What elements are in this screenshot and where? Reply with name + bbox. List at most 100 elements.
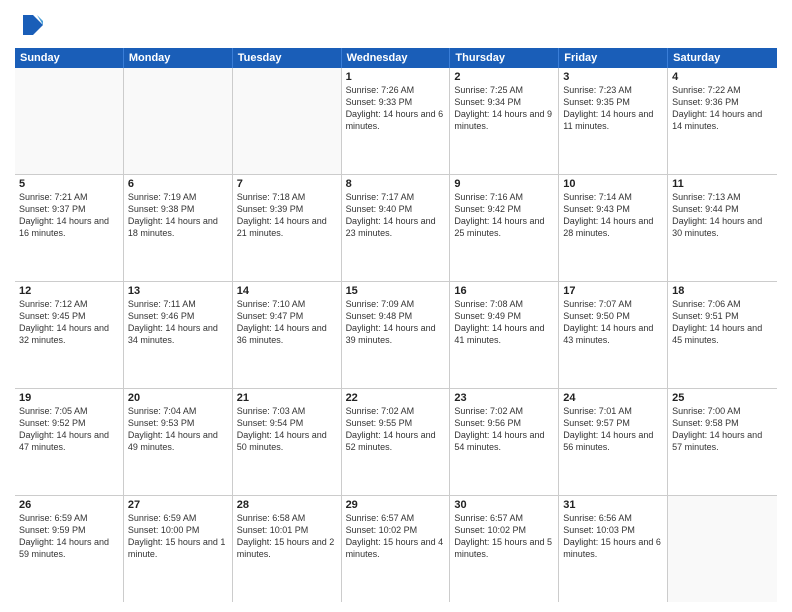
cal-cell: 9Sunrise: 7:16 AMSunset: 9:42 PMDaylight… <box>450 175 559 281</box>
day-number: 9 <box>454 178 554 190</box>
cal-cell: 14Sunrise: 7:10 AMSunset: 9:47 PMDayligh… <box>233 282 342 388</box>
cal-cell: 16Sunrise: 7:08 AMSunset: 9:49 PMDayligh… <box>450 282 559 388</box>
day-info: Sunrise: 7:12 AMSunset: 9:45 PMDaylight:… <box>19 298 119 347</box>
day-number: 14 <box>237 285 337 297</box>
cal-header-cell: Tuesday <box>233 48 342 68</box>
cal-cell: 31Sunrise: 6:56 AMSunset: 10:03 PMDaylig… <box>559 496 668 602</box>
cal-header-cell: Wednesday <box>342 48 451 68</box>
day-info: Sunrise: 7:02 AMSunset: 9:55 PMDaylight:… <box>346 405 446 454</box>
day-info: Sunrise: 7:06 AMSunset: 9:51 PMDaylight:… <box>672 298 773 347</box>
cal-cell <box>668 496 777 602</box>
day-info: Sunrise: 7:03 AMSunset: 9:54 PMDaylight:… <box>237 405 337 454</box>
cal-cell: 27Sunrise: 6:59 AMSunset: 10:00 PMDaylig… <box>124 496 233 602</box>
day-number: 1 <box>346 71 446 83</box>
day-number: 13 <box>128 285 228 297</box>
calendar: SundayMondayTuesdayWednesdayThursdayFrid… <box>15 48 777 602</box>
cal-cell <box>233 68 342 174</box>
cal-cell: 22Sunrise: 7:02 AMSunset: 9:55 PMDayligh… <box>342 389 451 495</box>
day-info: Sunrise: 7:14 AMSunset: 9:43 PMDaylight:… <box>563 191 663 240</box>
day-info: Sunrise: 7:07 AMSunset: 9:50 PMDaylight:… <box>563 298 663 347</box>
day-info: Sunrise: 6:56 AMSunset: 10:03 PMDaylight… <box>563 512 663 561</box>
cal-week: 26Sunrise: 6:59 AMSunset: 9:59 PMDayligh… <box>15 496 777 602</box>
day-info: Sunrise: 7:16 AMSunset: 9:42 PMDaylight:… <box>454 191 554 240</box>
cal-cell: 18Sunrise: 7:06 AMSunset: 9:51 PMDayligh… <box>668 282 777 388</box>
day-number: 21 <box>237 392 337 404</box>
cal-cell: 29Sunrise: 6:57 AMSunset: 10:02 PMDaylig… <box>342 496 451 602</box>
day-number: 8 <box>346 178 446 190</box>
day-info: Sunrise: 7:01 AMSunset: 9:57 PMDaylight:… <box>563 405 663 454</box>
day-number: 10 <box>563 178 663 190</box>
cal-cell: 8Sunrise: 7:17 AMSunset: 9:40 PMDaylight… <box>342 175 451 281</box>
day-info: Sunrise: 6:59 AMSunset: 10:00 PMDaylight… <box>128 512 228 561</box>
day-number: 29 <box>346 499 446 511</box>
day-number: 6 <box>128 178 228 190</box>
header <box>15 10 777 40</box>
cal-cell: 5Sunrise: 7:21 AMSunset: 9:37 PMDaylight… <box>15 175 124 281</box>
day-info: Sunrise: 6:57 AMSunset: 10:02 PMDaylight… <box>346 512 446 561</box>
cal-week: 19Sunrise: 7:05 AMSunset: 9:52 PMDayligh… <box>15 389 777 496</box>
day-info: Sunrise: 7:11 AMSunset: 9:46 PMDaylight:… <box>128 298 228 347</box>
day-info: Sunrise: 7:02 AMSunset: 9:56 PMDaylight:… <box>454 405 554 454</box>
cal-header-cell: Saturday <box>668 48 777 68</box>
day-number: 24 <box>563 392 663 404</box>
cal-cell: 15Sunrise: 7:09 AMSunset: 9:48 PMDayligh… <box>342 282 451 388</box>
cal-cell <box>124 68 233 174</box>
cal-cell: 26Sunrise: 6:59 AMSunset: 9:59 PMDayligh… <box>15 496 124 602</box>
cal-cell: 25Sunrise: 7:00 AMSunset: 9:58 PMDayligh… <box>668 389 777 495</box>
cal-header-cell: Sunday <box>15 48 124 68</box>
day-number: 27 <box>128 499 228 511</box>
cal-cell: 17Sunrise: 7:07 AMSunset: 9:50 PMDayligh… <box>559 282 668 388</box>
day-number: 17 <box>563 285 663 297</box>
day-number: 12 <box>19 285 119 297</box>
cal-week: 5Sunrise: 7:21 AMSunset: 9:37 PMDaylight… <box>15 175 777 282</box>
day-number: 31 <box>563 499 663 511</box>
cal-cell: 3Sunrise: 7:23 AMSunset: 9:35 PMDaylight… <box>559 68 668 174</box>
cal-cell: 12Sunrise: 7:12 AMSunset: 9:45 PMDayligh… <box>15 282 124 388</box>
day-number: 19 <box>19 392 119 404</box>
calendar-body: 1Sunrise: 7:26 AMSunset: 9:33 PMDaylight… <box>15 68 777 602</box>
cal-cell: 6Sunrise: 7:19 AMSunset: 9:38 PMDaylight… <box>124 175 233 281</box>
cal-cell: 30Sunrise: 6:57 AMSunset: 10:02 PMDaylig… <box>450 496 559 602</box>
day-number: 4 <box>672 71 773 83</box>
day-info: Sunrise: 7:09 AMSunset: 9:48 PMDaylight:… <box>346 298 446 347</box>
cal-cell: 11Sunrise: 7:13 AMSunset: 9:44 PMDayligh… <box>668 175 777 281</box>
calendar-header: SundayMondayTuesdayWednesdayThursdayFrid… <box>15 48 777 68</box>
day-info: Sunrise: 7:00 AMSunset: 9:58 PMDaylight:… <box>672 405 773 454</box>
day-number: 23 <box>454 392 554 404</box>
cal-cell: 7Sunrise: 7:18 AMSunset: 9:39 PMDaylight… <box>233 175 342 281</box>
day-info: Sunrise: 7:26 AMSunset: 9:33 PMDaylight:… <box>346 84 446 133</box>
day-info: Sunrise: 7:17 AMSunset: 9:40 PMDaylight:… <box>346 191 446 240</box>
cal-header-cell: Monday <box>124 48 233 68</box>
cal-cell: 28Sunrise: 6:58 AMSunset: 10:01 PMDaylig… <box>233 496 342 602</box>
day-number: 11 <box>672 178 773 190</box>
day-number: 25 <box>672 392 773 404</box>
day-info: Sunrise: 6:59 AMSunset: 9:59 PMDaylight:… <box>19 512 119 561</box>
cal-header-cell: Friday <box>559 48 668 68</box>
cal-cell: 13Sunrise: 7:11 AMSunset: 9:46 PMDayligh… <box>124 282 233 388</box>
day-number: 22 <box>346 392 446 404</box>
day-info: Sunrise: 7:08 AMSunset: 9:49 PMDaylight:… <box>454 298 554 347</box>
day-info: Sunrise: 7:19 AMSunset: 9:38 PMDaylight:… <box>128 191 228 240</box>
day-info: Sunrise: 7:21 AMSunset: 9:37 PMDaylight:… <box>19 191 119 240</box>
cal-cell: 24Sunrise: 7:01 AMSunset: 9:57 PMDayligh… <box>559 389 668 495</box>
day-info: Sunrise: 7:04 AMSunset: 9:53 PMDaylight:… <box>128 405 228 454</box>
cal-cell: 10Sunrise: 7:14 AMSunset: 9:43 PMDayligh… <box>559 175 668 281</box>
day-info: Sunrise: 7:10 AMSunset: 9:47 PMDaylight:… <box>237 298 337 347</box>
day-number: 18 <box>672 285 773 297</box>
cal-cell: 21Sunrise: 7:03 AMSunset: 9:54 PMDayligh… <box>233 389 342 495</box>
day-number: 15 <box>346 285 446 297</box>
day-info: Sunrise: 7:23 AMSunset: 9:35 PMDaylight:… <box>563 84 663 133</box>
day-number: 2 <box>454 71 554 83</box>
day-info: Sunrise: 7:13 AMSunset: 9:44 PMDaylight:… <box>672 191 773 240</box>
day-info: Sunrise: 7:05 AMSunset: 9:52 PMDaylight:… <box>19 405 119 454</box>
cal-cell: 23Sunrise: 7:02 AMSunset: 9:56 PMDayligh… <box>450 389 559 495</box>
day-info: Sunrise: 7:22 AMSunset: 9:36 PMDaylight:… <box>672 84 773 133</box>
day-number: 3 <box>563 71 663 83</box>
day-info: Sunrise: 6:58 AMSunset: 10:01 PMDaylight… <box>237 512 337 561</box>
day-number: 5 <box>19 178 119 190</box>
cal-cell: 1Sunrise: 7:26 AMSunset: 9:33 PMDaylight… <box>342 68 451 174</box>
day-info: Sunrise: 7:25 AMSunset: 9:34 PMDaylight:… <box>454 84 554 133</box>
day-number: 20 <box>128 392 228 404</box>
day-info: Sunrise: 7:18 AMSunset: 9:39 PMDaylight:… <box>237 191 337 240</box>
day-number: 26 <box>19 499 119 511</box>
